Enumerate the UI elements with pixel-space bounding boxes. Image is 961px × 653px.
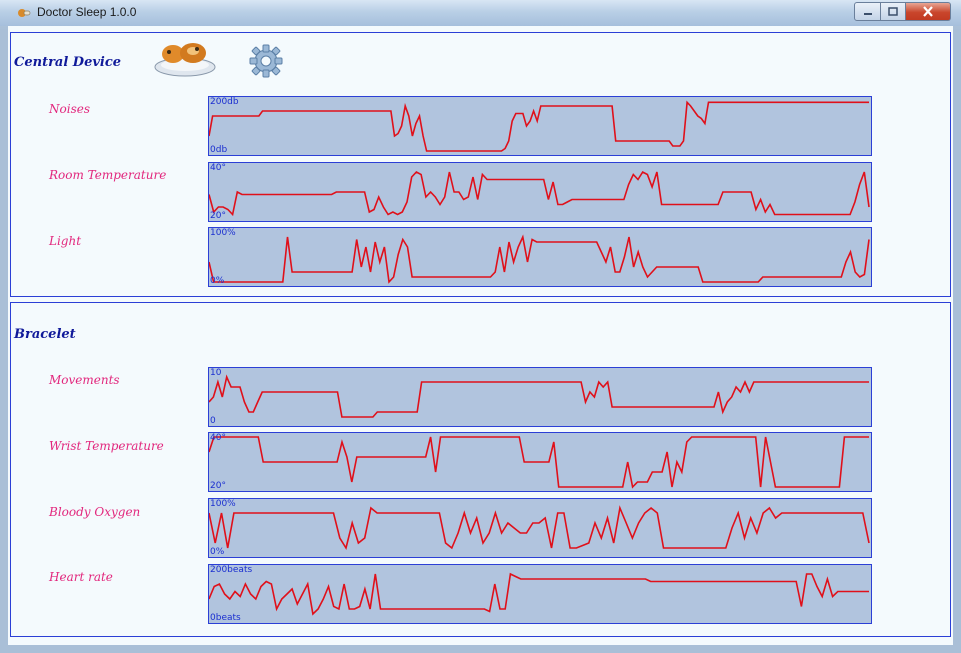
minimize-button[interactable] xyxy=(854,2,881,21)
title-bar[interactable]: Doctor Sleep 1.0.0 xyxy=(0,0,961,26)
room-temperature-label: Room Temperature xyxy=(49,168,167,182)
y-max-label: 40° xyxy=(210,433,226,443)
y-max-label: 40° xyxy=(210,163,226,173)
y-max-label: 100% xyxy=(210,228,236,238)
y-max-label: 100% xyxy=(210,499,236,509)
close-icon xyxy=(923,6,933,17)
bracelet-title: Bracelet xyxy=(14,327,76,342)
series-line xyxy=(209,436,869,489)
minimize-icon xyxy=(863,12,872,15)
bloody-oxygen-label: Bloody Oxygen xyxy=(49,505,141,519)
heart-rate-chart: 200beats 0beats xyxy=(208,564,872,624)
wrist-temperature-label: Wrist Temperature xyxy=(49,439,164,453)
y-min-label: 0 xyxy=(210,416,216,426)
y-min-label: 0% xyxy=(210,276,225,286)
series-line xyxy=(209,100,869,152)
app-window: Doctor Sleep 1.0.0 Central Device Bracel… xyxy=(0,0,961,653)
light-label: Light xyxy=(49,234,82,248)
maximize-icon xyxy=(888,6,898,16)
series-line xyxy=(209,505,870,551)
y-min-label: 20° xyxy=(210,211,226,221)
movements-chart: 10 0 xyxy=(208,367,872,427)
bloody-oxygen-chart: 100% 0% xyxy=(208,498,872,558)
heart-rate-label: Heart rate xyxy=(49,570,113,584)
chart-plot xyxy=(209,234,870,284)
series-line xyxy=(209,572,869,616)
y-min-label: 0beats xyxy=(210,613,241,623)
chart-plot xyxy=(209,170,870,217)
client-area: Central Device Bracelet Noises 200db 0db… xyxy=(8,26,953,645)
series-line xyxy=(209,234,870,284)
y-max-label: 200db xyxy=(210,97,239,107)
y-min-label: 20° xyxy=(210,481,226,491)
y-min-label: 0% xyxy=(210,547,225,557)
chart-plot xyxy=(209,505,870,551)
y-max-label: 10 xyxy=(210,368,222,378)
series-line xyxy=(209,374,869,418)
chart-plot xyxy=(209,100,869,152)
chart-plot xyxy=(209,374,869,418)
app-icon xyxy=(18,9,31,17)
pillow-icon[interactable] xyxy=(151,37,217,79)
maximize-button[interactable] xyxy=(881,2,906,21)
central-device-title: Central Device xyxy=(14,55,122,70)
y-max-label: 200beats xyxy=(210,565,253,575)
chart-plot xyxy=(209,572,869,616)
wrist-temperature-chart: 40° 20° xyxy=(208,432,872,492)
window-title: Doctor Sleep 1.0.0 xyxy=(37,5,137,19)
noises-label: Noises xyxy=(49,102,90,116)
caption-buttons xyxy=(854,2,951,21)
movements-label: Movements xyxy=(49,373,120,387)
room-temperature-chart: 40° 20° xyxy=(208,162,872,222)
series-line xyxy=(209,170,870,217)
noises-chart: 200db 0db xyxy=(208,96,872,156)
light-chart: 100% 0% xyxy=(208,227,872,287)
close-button[interactable] xyxy=(906,2,951,21)
y-min-label: 0db xyxy=(210,145,228,155)
gear-icon[interactable] xyxy=(249,44,283,78)
chart-plot xyxy=(209,436,869,489)
